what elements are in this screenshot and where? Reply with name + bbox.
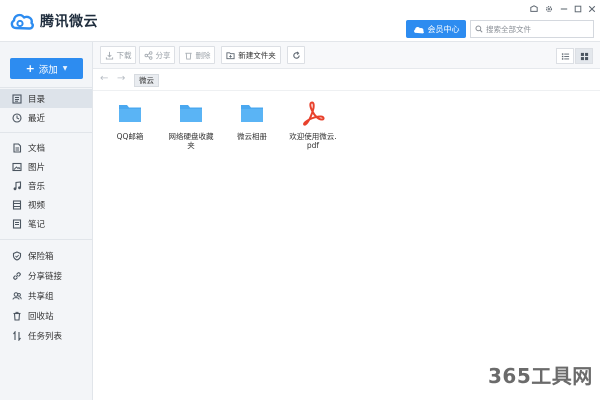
sidebar-item-safebox[interactable]: 保险箱 [0, 246, 92, 265]
folder-icon [241, 105, 263, 122]
refresh-button[interactable] [287, 46, 305, 64]
sidebar-item-label: 回收站 [28, 311, 54, 322]
skin-icon[interactable] [528, 3, 540, 15]
breadcrumb-current[interactable]: 微云 [134, 74, 159, 87]
sidebar-item-catalog[interactable]: 目录 [0, 89, 92, 108]
sidebar-item-recycle-bin[interactable]: 回收站 [0, 306, 92, 325]
shield-icon [12, 250, 22, 261]
file-name: 欢迎使用微云.pdf [289, 132, 337, 150]
vip-center-button[interactable]: 会员中心 [406, 20, 466, 38]
minimize-icon[interactable] [558, 3, 570, 15]
sidebar-item-label: 任务列表 [28, 331, 63, 342]
share-button[interactable]: 分享 [139, 46, 175, 64]
share-label: 分享 [155, 50, 171, 60]
clock-icon [12, 112, 22, 123]
sidebar-item-share-groups[interactable]: 共享组 [0, 286, 92, 305]
sidebar-item-label: 分享链接 [28, 271, 63, 282]
refresh-icon [292, 51, 300, 59]
sidebar-item-label: 笔记 [28, 219, 46, 230]
settings-gear-icon[interactable] [543, 3, 555, 15]
sidebar-item-music[interactable]: 音乐 [0, 176, 92, 195]
delete-label: 删除 [195, 50, 211, 60]
sidebar-item-label: 文档 [28, 143, 46, 154]
maximize-icon[interactable] [572, 3, 584, 15]
document-icon [13, 142, 22, 153]
file-name: 微云相册 [237, 132, 267, 141]
sidebar-item-share-links[interactable]: 分享链接 [0, 266, 92, 285]
delete-button[interactable]: 删除 [179, 46, 215, 64]
sidebar-item-label: 保险箱 [28, 251, 54, 262]
sidebar-divider [0, 87, 92, 88]
cloud-logo-icon [10, 13, 34, 30]
list-view-icon [561, 52, 569, 60]
sidebar-item-videos[interactable]: 视频 [0, 195, 92, 214]
sidebar-divider [0, 239, 92, 240]
folder-icon [119, 105, 141, 122]
new-folder-label: 新建文件夹 [238, 50, 276, 60]
sidebar-item-recent[interactable]: 最近 [0, 108, 92, 127]
add-button[interactable]: + 添加 ▼ [10, 58, 83, 79]
sidebar-item-label: 最近 [28, 113, 46, 124]
folder-icon [180, 105, 202, 122]
sidebar: + 添加 ▼ 目录 最近 文档 图片 音乐 视频 笔记 保险箱 分享链接 共享组… [0, 42, 93, 400]
chevron-down-icon: ▼ [62, 65, 68, 72]
music-icon [13, 180, 22, 190]
app-name: 腾讯微云 [40, 14, 98, 30]
sidebar-item-label: 共享组 [28, 291, 54, 302]
sidebar-item-documents[interactable]: 文档 [0, 138, 92, 157]
transfer-icon [13, 330, 21, 341]
catalog-icon [12, 93, 22, 104]
pdf-icon [303, 101, 325, 126]
search-box[interactable] [470, 20, 594, 38]
download-icon [105, 51, 113, 60]
watermark: 365工具网 [488, 364, 593, 388]
new-folder-button[interactable]: 新建文件夹 [221, 46, 281, 64]
sidebar-item-images[interactable]: 图片 [0, 157, 92, 176]
grid-view-icon [580, 52, 588, 60]
back-arrow-icon[interactable]: ← [100, 73, 108, 84]
forward-arrow-icon[interactable]: → [117, 73, 125, 84]
file-item-folder[interactable]: 网络硬盘收藏夹 [165, 100, 217, 150]
video-icon [12, 199, 22, 210]
new-folder-icon [226, 51, 235, 59]
file-name: 网络硬盘收藏夹 [168, 132, 214, 150]
close-icon[interactable] [586, 3, 598, 15]
address-bar: ← → 微云 [93, 69, 600, 91]
image-icon [12, 162, 22, 171]
group-icon [12, 291, 22, 300]
note-icon [12, 218, 22, 229]
plus-icon: + [25, 62, 35, 75]
add-button-label: 添加 [38, 64, 58, 76]
download-label: 下载 [116, 50, 132, 60]
sidebar-item-label: 视频 [28, 200, 46, 211]
title-bar: 腾讯微云 会员中心 [0, 0, 600, 42]
download-button[interactable]: 下载 [100, 46, 136, 64]
file-item-folder[interactable]: 微云相册 [226, 100, 278, 141]
sidebar-item-notes[interactable]: 笔记 [0, 214, 92, 233]
link-icon [13, 271, 21, 280]
file-item-pdf[interactable]: 欢迎使用微云.pdf [287, 100, 339, 150]
sidebar-item-task-list[interactable]: 任务列表 [0, 326, 92, 345]
file-item-folder[interactable]: QQ邮箱 [104, 100, 156, 141]
app-logo: 腾讯微云 [9, 9, 98, 33]
file-name: QQ邮箱 [116, 132, 144, 141]
search-icon [475, 25, 483, 33]
trash-icon [184, 52, 192, 60]
sidebar-item-label: 目录 [28, 94, 46, 105]
grid-view-button[interactable] [575, 48, 593, 64]
toolbar: 下载 分享 删除 新建文件夹 [93, 42, 600, 69]
vip-cloud-icon [413, 26, 424, 33]
share-icon [144, 50, 152, 60]
vip-center-label: 会员中心 [427, 24, 460, 34]
search-input[interactable] [486, 24, 586, 34]
list-view-button[interactable] [556, 48, 574, 64]
sidebar-item-label: 音乐 [28, 181, 46, 192]
trash-icon [13, 311, 21, 321]
breadcrumb-label: 微云 [139, 76, 154, 85]
sidebar-item-label: 图片 [28, 162, 46, 173]
sidebar-divider [0, 132, 92, 133]
